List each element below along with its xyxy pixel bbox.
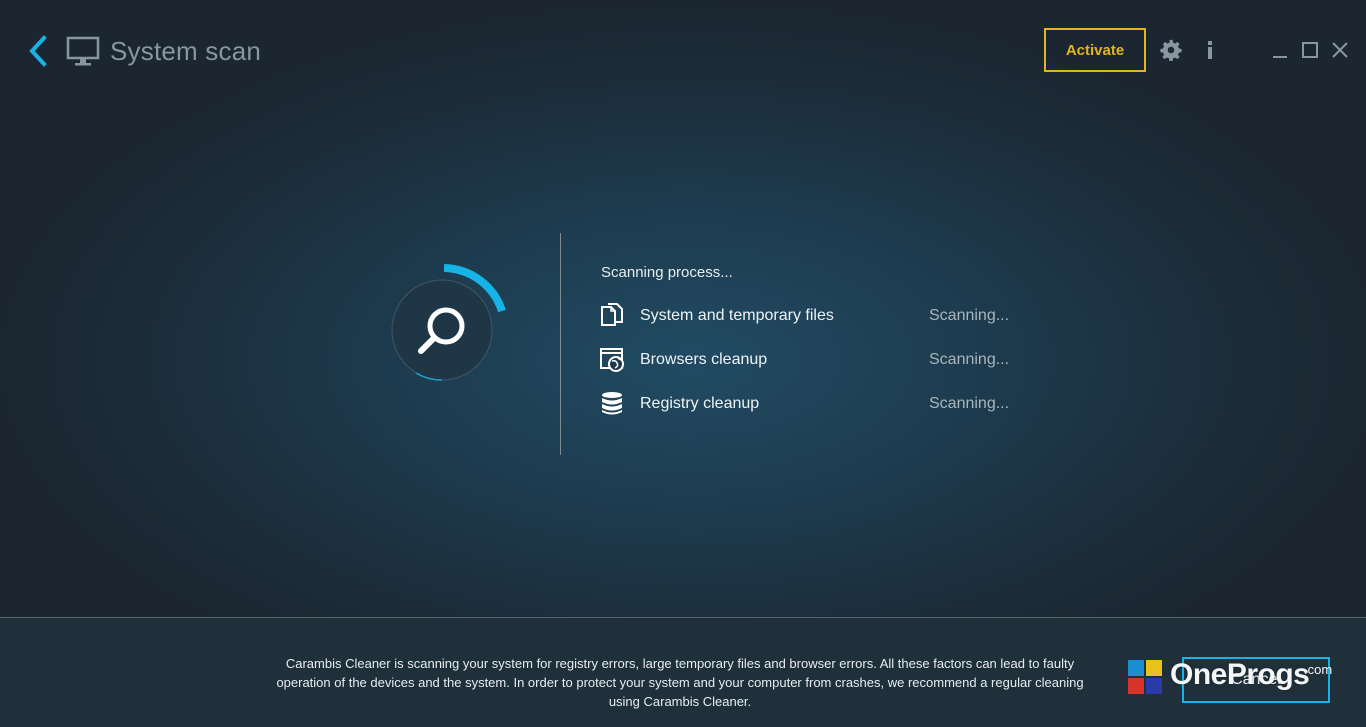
maximize-button[interactable] [1298,38,1322,62]
monitor-icon [66,36,100,68]
activate-button[interactable]: Activate [1044,28,1146,72]
files-icon [601,303,623,326]
minimize-button[interactable] [1268,38,1292,62]
scan-item-status: Scanning... [929,307,1010,324]
minimize-icon [1273,56,1287,58]
close-icon [1332,42,1348,58]
chevron-left-icon [29,35,47,67]
scan-item-label: Browsers cleanup [640,351,768,368]
close-button[interactable] [1328,38,1352,62]
cancel-button[interactable]: Cancel [1182,657,1330,703]
footer-description: Carambis Cleaner is scanning your system… [276,656,1084,709]
scan-item-browsers: Browsers cleanup Scanning... [600,347,1020,375]
scan-item-system-files: System and temporary files Scanning... [600,303,1020,331]
vertical-divider [560,233,561,455]
page-title: System scan [110,36,262,66]
scan-progress-ring [388,262,508,384]
gear-icon[interactable] [1160,39,1182,62]
scan-item-label: System and temporary files [640,307,834,324]
info-icon[interactable] [1201,38,1219,62]
scan-heading: Scanning process... [601,264,733,281]
back-button[interactable] [26,34,52,68]
maximize-icon [1302,42,1318,58]
scan-item-status: Scanning... [929,351,1010,368]
database-icon [602,392,622,415]
scan-item-label: Registry cleanup [640,395,760,412]
browser-globe-icon [600,348,624,372]
scan-item-status: Scanning... [929,395,1010,412]
scan-item-registry: Registry cleanup Scanning... [600,391,1020,419]
